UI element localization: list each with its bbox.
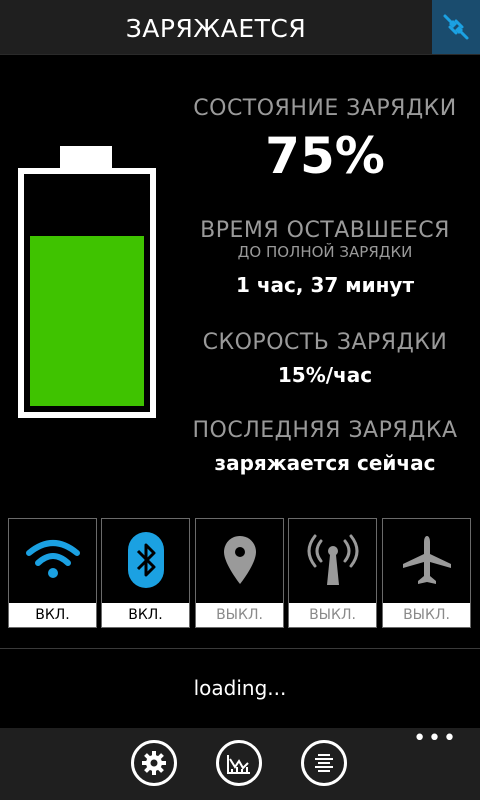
location-state-label: ВЫКЛ.: [196, 603, 283, 627]
charge-state-section: СОСТОЯНИЕ ЗАРЯДКИ 75%: [170, 96, 480, 185]
cellular-state-label: ВЫКЛ.: [289, 603, 376, 627]
bluetooth-icon: [127, 532, 164, 588]
airplane-icon: [402, 536, 451, 584]
battery-cap: [60, 146, 112, 170]
antenna-icon: [307, 534, 358, 585]
more-menu-button[interactable]: •••: [413, 728, 458, 750]
settings-button[interactable]: [131, 740, 177, 786]
battery-fill: [30, 236, 144, 406]
last-charge-value: заряжается сейчас: [214, 451, 436, 475]
last-charge-section: ПОСЛЕДНЯЯ ЗАРЯДКА заряжается сейчас: [170, 418, 480, 475]
last-charge-label: ПОСЛЕДНЯЯ ЗАРЯДКА: [192, 418, 458, 443]
chart-icon: [227, 755, 250, 774]
charge-speed-label: СКОРОСТЬ ЗАРЯДКИ: [202, 330, 448, 355]
title-bar: ЗАРЯЖАЕТСЯ: [0, 0, 480, 55]
charge-state-value: 75%: [265, 127, 385, 185]
location-pin-icon: [223, 536, 256, 584]
page-title: ЗАРЯЖАЕТСЯ: [125, 14, 307, 43]
battery-body: [18, 168, 156, 418]
time-remaining-sublabel: ДО ПОЛНОЙ ЗАРЯДКИ: [237, 243, 413, 261]
time-remaining-label: ВРЕМЯ ОСТАВШЕЕСЯ: [200, 218, 450, 243]
time-remaining-value: 1 час, 37 минут: [235, 273, 415, 297]
cellular-toggle[interactable]: ВЫКЛ.: [288, 518, 377, 628]
divider: [0, 648, 480, 649]
airplane-state-label: ВЫКЛ.: [383, 603, 470, 627]
charge-state-label: СОСТОЯНИЕ ЗАРЯДКИ: [193, 96, 457, 121]
charge-speed-section: СКОРОСТЬ ЗАРЯДКИ 15%/час: [170, 330, 480, 387]
charge-speed-value: 15%/час: [277, 363, 373, 387]
location-toggle[interactable]: ВЫКЛ.: [195, 518, 284, 628]
wifi-toggle[interactable]: ВКЛ.: [8, 518, 97, 628]
battery-indicator: [18, 146, 156, 418]
plug-button[interactable]: [432, 0, 480, 54]
loading-text: loading...: [193, 676, 287, 700]
plug-icon: [443, 14, 469, 40]
wifi-state-label: ВКЛ.: [9, 603, 96, 627]
list-icon: [315, 754, 333, 772]
time-remaining-section: ВРЕМЯ ОСТАВШЕЕСЯ ДО ПОЛНОЙ ЗАРЯДКИ 1 час…: [170, 218, 480, 297]
app-bar: •••: [0, 728, 480, 800]
bluetooth-state-label: ВКЛ.: [102, 603, 189, 627]
airplane-toggle[interactable]: ВЫКЛ.: [382, 518, 471, 628]
chart-button[interactable]: [216, 740, 262, 786]
quick-toggles: ВКЛ. ВКЛ. ВЫКЛ. ВЫКЛ. ВЫКЛ.: [8, 518, 480, 628]
list-button[interactable]: [301, 740, 347, 786]
bluetooth-toggle[interactable]: ВКЛ.: [101, 518, 190, 628]
settings-icon: [142, 751, 166, 775]
wifi-icon: [25, 540, 80, 578]
